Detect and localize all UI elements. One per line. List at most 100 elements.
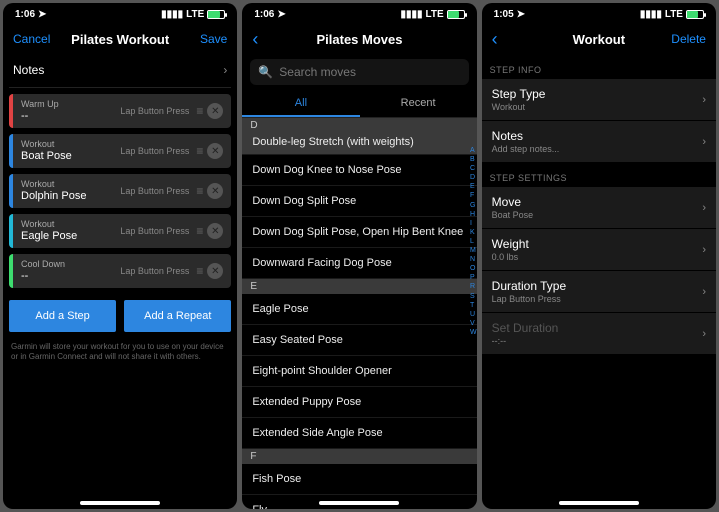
back-button[interactable]: ‹ (252, 30, 296, 48)
carrier: LTE (186, 9, 204, 20)
move-row[interactable]: Easy Seated Pose (242, 325, 476, 356)
home-indicator[interactable] (559, 501, 639, 505)
delete-step-button[interactable]: ✕ (207, 183, 223, 199)
page-title: Workout (573, 32, 625, 47)
row-step-type[interactable]: Step TypeWorkout › (482, 79, 716, 121)
back-button[interactable]: ‹ (492, 30, 536, 48)
notes-row[interactable]: Notes › (9, 55, 231, 88)
status-bar: 1:05➤ ▮▮▮▮LTE (482, 3, 716, 23)
chevron-right-icon: › (702, 94, 706, 106)
chevron-right-icon: › (702, 328, 706, 340)
row-duration-type[interactable]: Duration TypeLap Button Press › (482, 271, 716, 313)
delete-button[interactable]: Delete (662, 32, 706, 46)
disclaimer-text: Garmin will store your workout for you t… (9, 342, 231, 363)
index-letter[interactable]: K (470, 228, 477, 237)
index-letter[interactable]: V (470, 319, 477, 328)
step-card[interactable]: WorkoutBoat Pose Lap Button Press ≡ ✕ (9, 134, 231, 168)
row-move[interactable]: MoveBoat Pose › (482, 187, 716, 229)
index-letter[interactable]: F (470, 191, 477, 200)
row-set-duration[interactable]: Set Duration--:-- › (482, 313, 716, 355)
status-time: 1:06 (254, 9, 274, 20)
step-name: -- (21, 270, 112, 282)
index-letter[interactable]: E (470, 182, 477, 191)
move-row[interactable]: Down Dog Split Pose (242, 186, 476, 217)
chevron-right-icon: › (702, 244, 706, 256)
index-letter[interactable]: R (470, 282, 477, 291)
step-type: Workout (21, 220, 112, 230)
move-row[interactable]: Down Dog Knee to Nose Pose (242, 155, 476, 186)
drag-handle-icon[interactable]: ≡ (196, 104, 201, 118)
battery-icon (207, 10, 225, 19)
drag-handle-icon[interactable]: ≡ (196, 224, 201, 238)
chevron-right-icon: › (223, 63, 227, 77)
save-button[interactable]: Save (183, 32, 227, 46)
step-card[interactable]: Warm Up--Lap Button Press≡✕ (9, 94, 231, 128)
move-row[interactable]: Eagle Pose (242, 294, 476, 325)
search-placeholder: Search moves (279, 65, 356, 79)
step-card[interactable]: WorkoutDolphin PoseLap Button Press≡✕ (9, 174, 231, 208)
delete-step-button[interactable]: ✕ (207, 223, 223, 239)
index-letter[interactable]: O (470, 264, 477, 273)
nav-bar: ‹ Pilates Moves (242, 23, 476, 55)
add-repeat-button[interactable]: Add a Repeat (124, 300, 231, 332)
battery-icon (686, 10, 704, 19)
status-time: 1:06 (15, 9, 35, 20)
move-row[interactable]: Double-leg Stretch (with weights) (242, 132, 476, 155)
index-letter[interactable]: B (470, 155, 477, 164)
signal-icon: ▮▮▮▮ (161, 9, 183, 20)
index-letter[interactable]: G (470, 201, 477, 210)
move-row[interactable]: Fish Pose (242, 464, 476, 495)
index-letter[interactable]: U (470, 310, 477, 319)
cancel-button[interactable]: Cancel (13, 32, 57, 46)
index-letter[interactable]: L (470, 237, 477, 246)
move-row[interactable]: Eight-point Shoulder Opener (242, 356, 476, 387)
location-icon: ➤ (38, 9, 46, 20)
move-row[interactable]: Down Dog Split Pose, Open Hip Bent Knee (242, 217, 476, 248)
index-letter[interactable]: M (470, 246, 477, 255)
drag-handle-icon[interactable]: ≡ (196, 184, 201, 198)
index-letter[interactable]: T (470, 301, 477, 310)
row-notes[interactable]: NotesAdd step notes... › (482, 121, 716, 163)
search-input[interactable]: 🔍 Search moves (250, 59, 468, 85)
step-name: Dolphin Pose (21, 190, 112, 202)
home-indicator[interactable] (319, 501, 399, 505)
index-letter[interactable]: A (470, 146, 477, 155)
index-letter[interactable]: W (470, 328, 477, 337)
location-icon: ➤ (277, 9, 285, 20)
index-letter[interactable]: H (470, 210, 477, 219)
page-title: Pilates Workout (71, 32, 169, 47)
step-trigger: Lap Button Press (120, 266, 190, 276)
index-letter[interactable]: N (470, 255, 477, 264)
step-card[interactable]: WorkoutEagle PoseLap Button Press≡✕ (9, 214, 231, 248)
section-header: E (242, 279, 476, 294)
move-row[interactable]: Extended Puppy Pose (242, 387, 476, 418)
add-step-button[interactable]: Add a Step (9, 300, 116, 332)
step-type: Cool Down (21, 260, 112, 270)
step-type: Workout (21, 140, 112, 150)
step-trigger: Lap Button Press (120, 146, 190, 156)
index-letter[interactable]: C (470, 164, 477, 173)
index-letter[interactable]: S (470, 292, 477, 301)
move-row[interactable]: Downward Facing Dog Pose (242, 248, 476, 279)
tab-recent[interactable]: Recent (360, 91, 477, 117)
index-letter[interactable]: I (470, 219, 477, 228)
alpha-index[interactable]: ABCDEFGHIKLMNOPRSTUVW (470, 146, 477, 337)
drag-handle-icon[interactable]: ≡ (196, 264, 201, 278)
status-bar: 1:06➤ ▮▮▮▮LTE (3, 3, 237, 23)
delete-step-button[interactable]: ✕ (207, 103, 223, 119)
drag-handle-icon[interactable]: ≡ (196, 144, 201, 158)
chevron-right-icon: › (702, 136, 706, 148)
index-letter[interactable]: P (470, 273, 477, 282)
step-name: Boat Pose (21, 150, 112, 162)
home-indicator[interactable] (80, 501, 160, 505)
step-type: Warm Up (21, 100, 112, 110)
delete-step-button[interactable]: ✕ (207, 143, 223, 159)
step-card[interactable]: Cool Down-- Lap Button Press ≡ ✕ (9, 254, 231, 288)
index-letter[interactable]: D (470, 173, 477, 182)
notes-label: Notes (13, 63, 44, 77)
delete-step-button[interactable]: ✕ (207, 263, 223, 279)
move-row[interactable]: Extended Side Angle Pose (242, 418, 476, 449)
row-weight[interactable]: Weight0.0 lbs › (482, 229, 716, 271)
tab-all[interactable]: All (242, 91, 359, 117)
chevron-right-icon: › (702, 202, 706, 214)
